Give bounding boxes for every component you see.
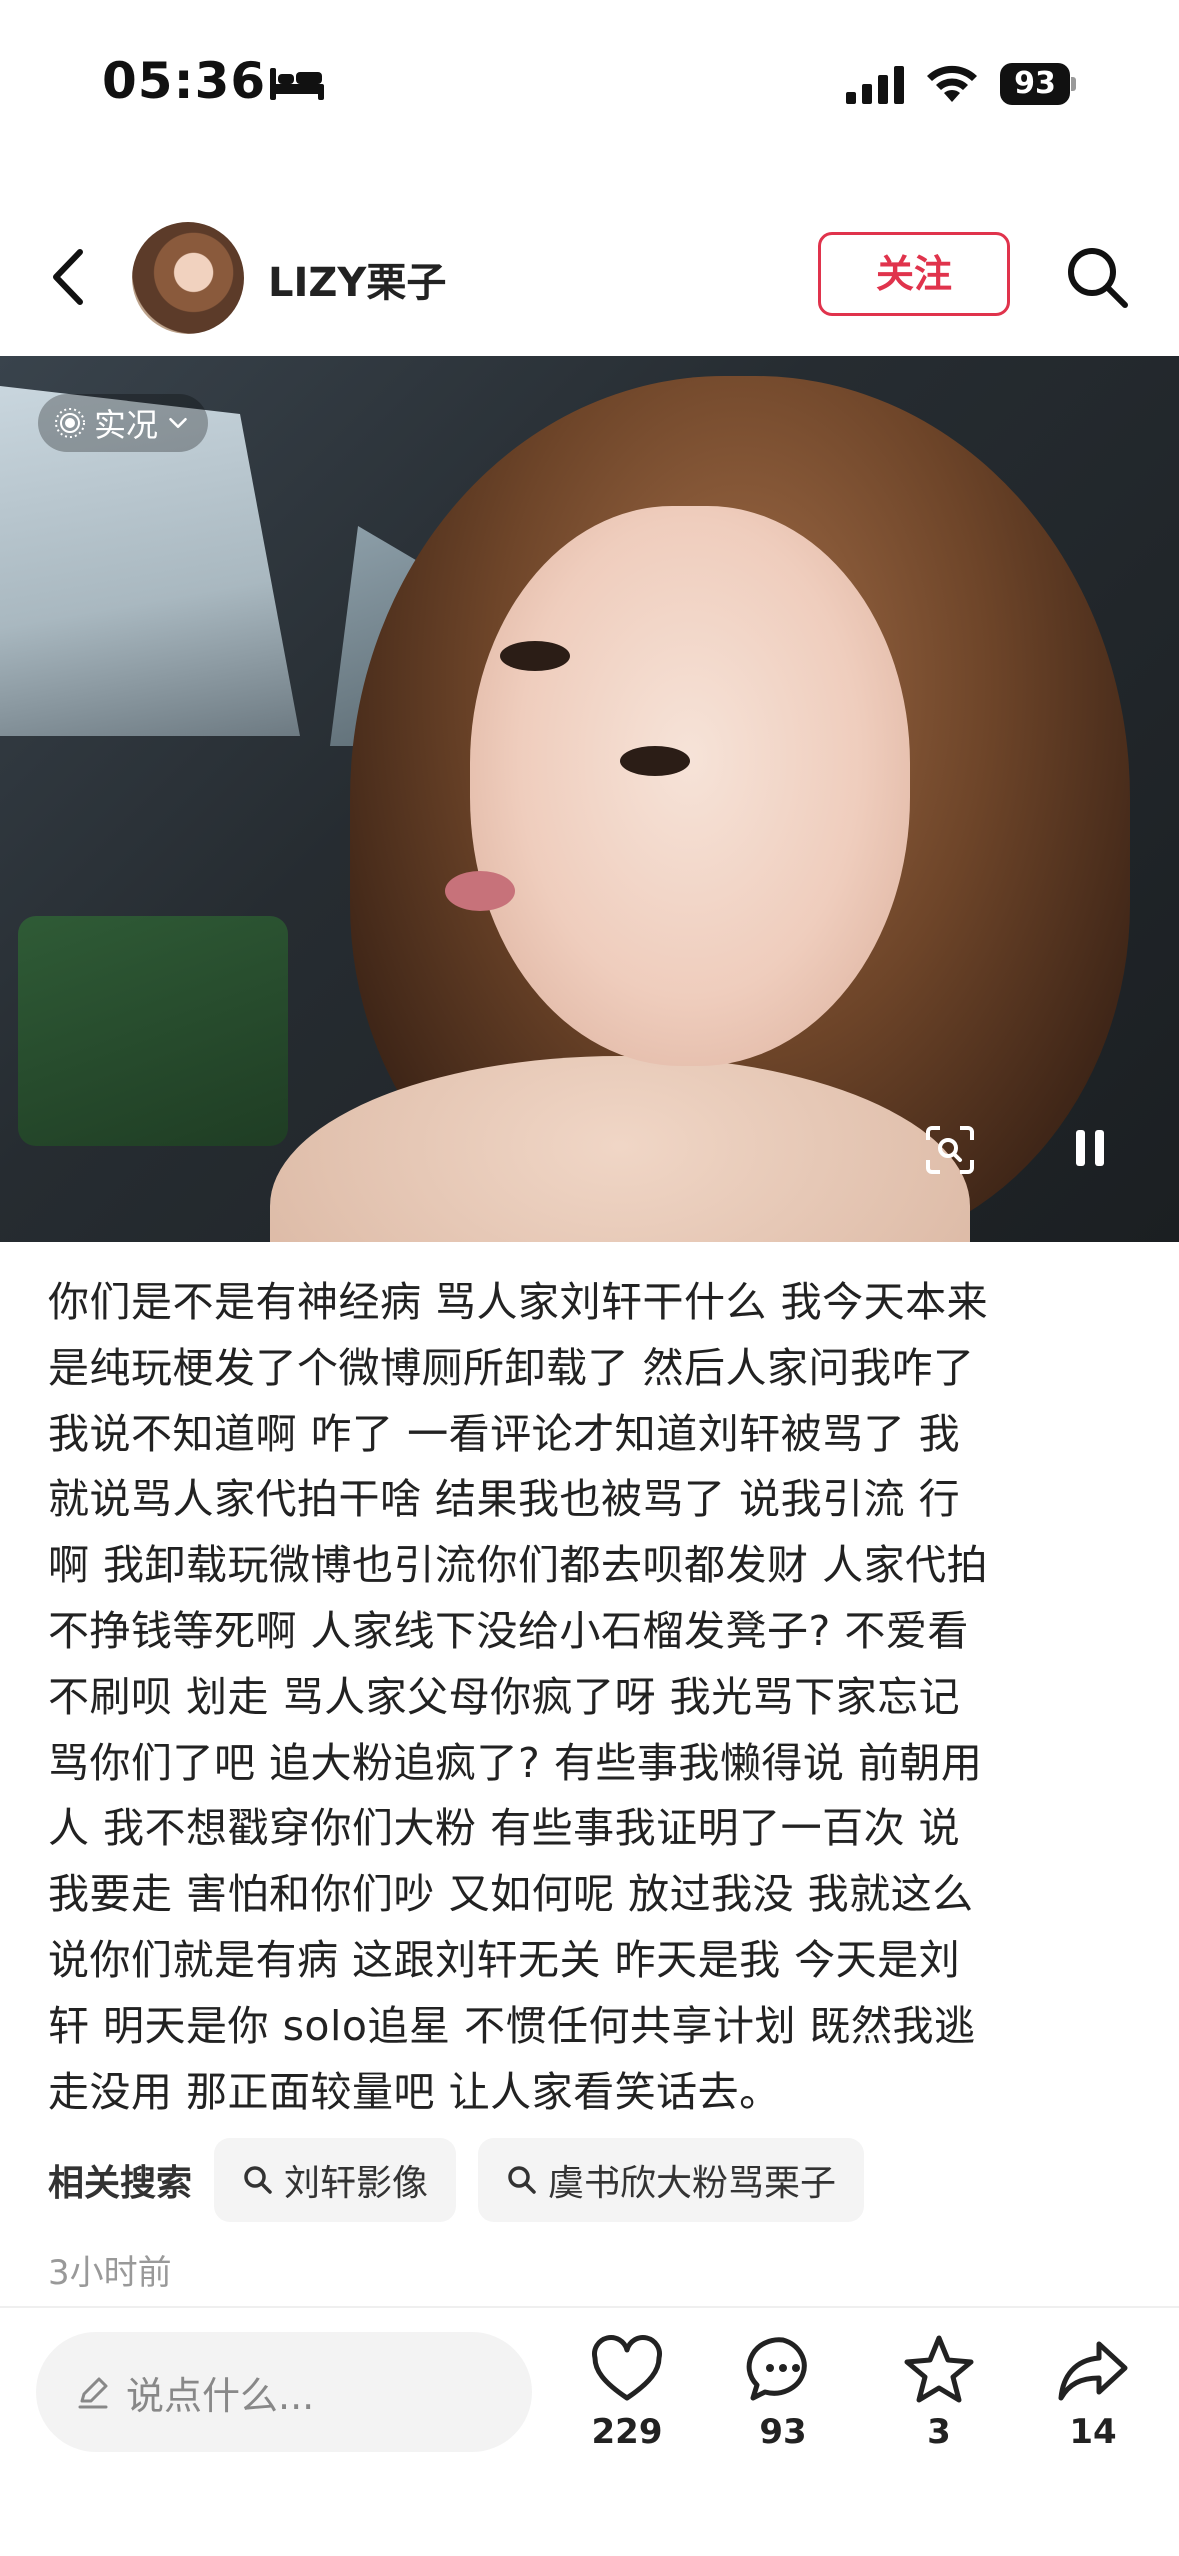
share-arrow-icon	[1058, 2341, 1128, 2401]
left-eye	[500, 641, 570, 671]
heart-icon	[592, 2335, 662, 2401]
battery-cap	[1071, 77, 1076, 91]
post-line: 我要走 害怕和你们吵 又如何呢 放过我没 我就这么	[48, 1870, 974, 1919]
post-line: 骂你们了吧 追大粉追疯了? 有些事我懒得说 前朝用	[48, 1738, 983, 1787]
search-icon[interactable]	[1064, 244, 1130, 310]
comment-bubble-icon	[746, 2337, 807, 2401]
live-photo-badge[interactable]: 实况	[38, 394, 209, 452]
related-search-chip-label: 虞书欣大粉骂栗子	[548, 2163, 837, 2204]
share-count: 14	[1069, 2412, 1117, 2452]
battery-level: 93	[1000, 63, 1070, 105]
lips	[445, 871, 515, 911]
bed-icon	[270, 68, 324, 100]
battery-icon: 93	[1000, 63, 1076, 105]
post-time: 3小时前	[48, 2253, 172, 2293]
post-line: 是纯玩梗发了个微博厕所卸载了 然后人家问我咋了	[48, 1343, 975, 1392]
share-button[interactable]: 14	[1038, 2332, 1148, 2452]
scan-icon[interactable]	[924, 1124, 976, 1176]
status-time: 05:36	[102, 52, 267, 110]
post-line: 不刷呗 划走 骂人家父母你疯了呀 我光骂下家忘记	[48, 1672, 961, 1721]
related-search-label: 相关搜索	[48, 2163, 193, 2204]
post-line: 就说骂人家代拍干啥 结果我也被骂了 说我引流 行	[48, 1475, 961, 1524]
live-label: 实况	[94, 406, 159, 444]
live-photo-icon	[55, 408, 85, 438]
back-icon[interactable]	[46, 246, 94, 308]
star-icon	[904, 2335, 974, 2403]
status-bar: 05:36 93	[0, 0, 1179, 170]
post-line: 轩 明天是你 solo追星 不惯任何共享计划 既然我逃	[48, 2001, 976, 2050]
like-button[interactable]: 229	[572, 2332, 682, 2452]
post-header: LIZY栗子 关注	[0, 210, 1179, 340]
author-name[interactable]: LIZY栗子	[268, 250, 446, 308]
post-photo[interactable]: 实况	[0, 356, 1179, 1242]
related-search: 相关搜索 刘轩影像 虞书欣大粉骂栗子	[48, 2138, 886, 2222]
comment-button[interactable]: 93	[728, 2332, 838, 2452]
related-search-chip[interactable]: 刘轩影像	[214, 2138, 457, 2222]
post-line: 啊 我卸载玩微博也引流你们都去呗都发财 人家代拍	[48, 1541, 989, 1590]
related-search-chip[interactable]: 虞书欣大粉骂栗子	[478, 2138, 865, 2222]
face	[470, 506, 910, 1066]
post-line: 不挣钱等死啊 人家线下没给小石榴发凳子? 不爱看	[48, 1606, 969, 1655]
bag	[18, 916, 288, 1146]
right-eye	[620, 746, 690, 776]
comment-input[interactable]: 说点什么...	[36, 2332, 532, 2452]
pencil-icon	[78, 2377, 108, 2409]
post-line: 说你们就是有病 这跟刘轩无关 昨天是我 今天是刘	[48, 1935, 961, 1984]
post-line: 走没用 那正面较量吧 让人家看笑话去。	[48, 2067, 781, 2116]
collect-button[interactable]: 3	[884, 2332, 994, 2452]
follow-button[interactable]: 关注	[818, 232, 1010, 316]
post-line: 我说不知道啊 咋了 一看评论才知道刘轩被骂了 我	[48, 1409, 961, 1458]
star-count: 3	[927, 2412, 951, 2452]
like-count: 229	[591, 2412, 663, 2452]
pause-icon[interactable]	[1070, 1126, 1110, 1170]
post-line: 人 我不想戳穿你们大粉 有些事我证明了一百次 说	[48, 1804, 961, 1853]
signal-icon	[846, 66, 904, 104]
wifi-icon	[927, 65, 977, 102]
post-line: 你们是不是有神经病 骂人家刘轩干什么 我今天本来	[48, 1278, 989, 1326]
search-icon	[508, 2166, 536, 2194]
chevron-down-icon	[169, 417, 187, 429]
comment-placeholder: 说点什么...	[126, 2373, 315, 2418]
related-search-chip-label: 刘轩影像	[284, 2163, 429, 2204]
divider	[0, 2306, 1179, 2308]
avatar[interactable]	[132, 222, 244, 334]
search-icon	[244, 2166, 272, 2194]
post-text: 你们是不是有神经病 骂人家刘轩干什么 我今天本来 是纯玩梗发了个微博厕所卸载了 …	[48, 1270, 1138, 2125]
comment-count: 93	[759, 2412, 807, 2452]
